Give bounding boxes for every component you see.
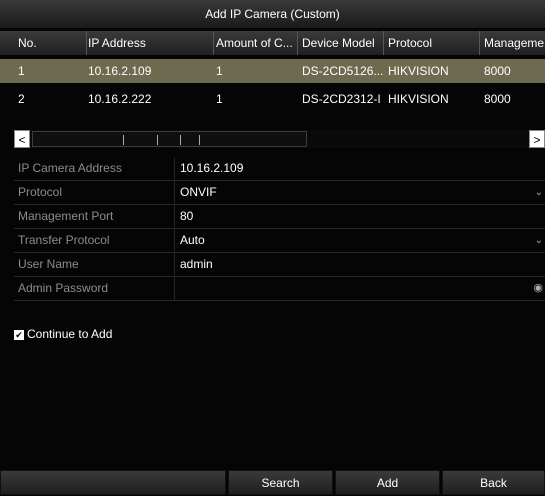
ip-camera-address-label: IP Camera Address [14, 157, 175, 180]
admin-password-row: Admin Password ◉ [14, 277, 545, 301]
column-header-amount-of-channels[interactable]: Amount of C... [212, 31, 298, 55]
transfer-protocol-select[interactable]: Auto ⌄ [176, 229, 545, 252]
protocol-select[interactable]: ONVIF ⌄ [176, 181, 545, 204]
table-row[interactable]: 2 10.16.2.222 1 DS-2CD2312-I HIKVISION 8… [0, 87, 545, 111]
cell-ip-address: 10.16.2.222 [88, 92, 152, 106]
cell-protocol: HIKVISION [388, 64, 449, 78]
thumb-grip [199, 135, 200, 145]
cell-protocol: HIKVISION [388, 92, 449, 106]
cell-amount-of-channels: 1 [216, 92, 223, 106]
thumb-grip [123, 135, 124, 145]
cell-management-port: 8000 [484, 92, 511, 106]
footer-spacer [0, 470, 226, 495]
scroll-left-icon[interactable]: < [14, 130, 30, 148]
continue-to-add-checkbox[interactable]: ✔ Continue to Add [14, 326, 112, 342]
column-header-device-model[interactable]: Device Model [298, 31, 384, 55]
ip-camera-address-row: IP Camera Address 10.16.2.109 [14, 157, 545, 181]
horizontal-scrollbar[interactable]: < > [14, 130, 545, 148]
thumb-grip [157, 135, 158, 145]
transfer-protocol-value: Auto [180, 233, 205, 247]
cell-device-model: DS-2CD5126... [302, 64, 384, 78]
transfer-protocol-label: Transfer Protocol [14, 229, 175, 252]
dialog-title: Add IP Camera (Custom) [0, 0, 545, 29]
scrollbar-thumb[interactable] [32, 131, 307, 147]
column-header-protocol[interactable]: Protocol [384, 31, 480, 55]
management-port-label: Management Port [14, 205, 175, 228]
user-name-field[interactable]: admin [176, 253, 545, 276]
back-button[interactable]: Back [442, 470, 545, 495]
admin-password-label: Admin Password [14, 277, 175, 300]
cell-ip-address: 10.16.2.109 [88, 64, 152, 78]
protocol-row: Protocol ONVIF ⌄ [14, 181, 545, 205]
cell-no: 2 [18, 92, 25, 106]
cell-management-port: 8000 [484, 64, 511, 78]
continue-to-add-label: Continue to Add [27, 327, 113, 341]
add-button[interactable]: Add [335, 470, 440, 495]
transfer-protocol-row: Transfer Protocol Auto ⌄ [14, 229, 545, 253]
checkbox-checked-icon[interactable]: ✔ [14, 329, 24, 340]
user-name-row: User Name admin [14, 253, 545, 277]
column-header-ip-address[interactable]: IP Address [84, 31, 214, 55]
thumb-grip [180, 135, 181, 145]
table-row[interactable]: 1 10.16.2.109 1 DS-2CD5126... HIKVISION … [0, 59, 545, 83]
management-port-row: Management Port 80 [14, 205, 545, 229]
cell-amount-of-channels: 1 [216, 64, 223, 78]
cell-no: 1 [18, 64, 25, 78]
protocol-value: ONVIF [180, 185, 217, 199]
management-port-field[interactable]: 80 [176, 205, 545, 228]
user-name-label: User Name [14, 253, 175, 276]
admin-password-field[interactable]: ◉ [176, 277, 545, 300]
ip-camera-address-field[interactable]: 10.16.2.109 [176, 157, 545, 180]
cell-device-model: DS-2CD2312-I [302, 92, 381, 106]
camera-form: IP Camera Address 10.16.2.109 Protocol O… [14, 157, 545, 301]
scroll-right-icon[interactable]: > [529, 130, 545, 148]
table-header: No. IP Address Amount of C... Device Mod… [0, 31, 545, 55]
eye-icon[interactable]: ◉ [533, 277, 543, 300]
protocol-label: Protocol [14, 181, 175, 204]
search-button[interactable]: Search [228, 470, 333, 495]
column-header-no[interactable]: No. [14, 31, 87, 55]
chevron-down-icon[interactable]: ⌄ [535, 181, 543, 204]
chevron-down-icon[interactable]: ⌄ [535, 229, 543, 252]
column-header-management-port[interactable]: Manageme [480, 31, 545, 55]
add-ip-camera-dialog: Add IP Camera (Custom) No. IP Address Am… [0, 0, 545, 495]
footer-bar: Search Add Back [0, 470, 545, 495]
